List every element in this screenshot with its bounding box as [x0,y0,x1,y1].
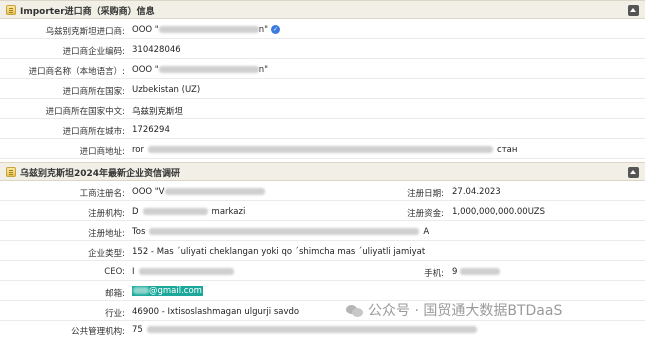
industry-value: 46900 - Ixtisoslashmagan ulgurji savdo [132,307,300,317]
redacted-text [158,66,259,73]
redacted-text [460,268,501,275]
redacted-text [133,287,149,294]
research-row: CEO: I 手机: 9 [0,261,645,281]
importer-row: 进口商所在国家中文: 乌兹别克斯坦 [0,99,645,119]
row-label: 企业类型: [88,249,125,259]
row-label: 进口商地址: [79,147,125,157]
research-row: 企业类型: 152 - Mas ´uliyati cheklangan yoki… [0,241,645,261]
row-label: 邮箱: [105,289,125,299]
row-label: 公共管理机构: [71,327,125,337]
importer-row: 进口商地址: ror стан [0,139,645,159]
redacted-text [158,26,259,33]
row-label: 注册资金: [407,209,444,219]
city-value: 1726294 [132,125,170,135]
research-row: 工商注册名: OOO "V 注册日期: 27.04.2023 [0,181,645,201]
row-label: 进口商所在国家中文: [45,107,125,117]
redacted-text [164,188,265,195]
registered-capital-value: 1,000,000,000.00UZS [452,207,545,217]
row-label: CEO: [104,267,125,277]
document-icon [6,167,16,177]
enterprise-type-value: 152 - Mas ´uliyati cheklangan yoki qo ´s… [132,247,426,257]
redacted-text [148,146,494,153]
redacted-text [149,228,420,235]
registered-name-value: OOO "V [132,187,265,197]
research-section-title: 乌兹别克斯坦2024年最新企业资信调研 [20,169,181,179]
row-label: 注册地址: [88,229,125,239]
email-value[interactable]: @gmail.com [132,286,203,296]
registration-date-value: 27.04.2023 [452,187,501,197]
wechat-icon [346,304,364,318]
importer-section-header[interactable]: Importer进口商（采购商）信息 [0,0,645,19]
registered-address-value: Tos A [132,227,430,237]
research-section-header[interactable]: 乌兹别克斯坦2024年最新企业资信调研 [0,162,645,181]
row-label: 进口商所在城市: [62,127,125,137]
research-row: 注册地址: Tos A [0,221,645,241]
importer-row: 进口商企业编码: 310428046 [0,39,645,59]
row-label: 注册机构: [88,209,125,219]
research-row: 邮箱: @gmail.com [0,281,645,301]
row-label: 进口商名称（本地语言）: [28,67,125,77]
redacted-text [138,268,234,275]
row-label: 注册日期: [407,189,444,199]
row-label: 进口商所在国家: [62,87,125,97]
email-link[interactable]: @gmail.com [132,286,203,296]
research-row: 公共管理机构: 75 [0,321,645,338]
country-value: Uzbekistan (UZ) [132,85,201,95]
enterprise-code-value: 310428046 [132,45,181,55]
row-label: 手机: [424,269,444,279]
importer-row: 乌兹别克斯坦进口商: OOO " n" ✓ [0,19,645,39]
importer-name-value: OOO " n" ✓ [132,25,280,35]
importer-section-title: Importer进口商（采购商）信息 [20,7,155,17]
verified-icon: ✓ [270,25,280,34]
watermark: 公众号 · 国贸通大数据BTDaaS [346,300,562,320]
row-label: 乌兹别克斯坦进口商: [45,27,125,37]
collapse-icon[interactable] [628,167,639,178]
country-cn-value: 乌兹别克斯坦 [132,107,184,117]
collapse-icon[interactable] [628,5,639,16]
phone-value: 9 [452,267,501,277]
ceo-value: I [132,267,234,277]
importer-row: 进口商名称（本地语言）: OOO " n" [0,59,645,79]
document-icon [6,5,16,15]
row-label: 行业: [105,309,125,319]
research-row: 注册机构: Dmarkazi 注册资金: 1,000,000,000.00UZS [0,201,645,221]
redacted-text [146,326,477,333]
importer-row: 进口商所在城市: 1726294 [0,119,645,139]
registration-authority-value: Dmarkazi [132,207,246,217]
row-label: 进口商企业编码: [62,47,125,57]
address-value: ror стан [132,145,518,155]
redacted-text [142,208,208,215]
row-label: 工商注册名: [79,189,125,199]
public-authority-value: 75 [132,325,477,335]
importer-row: 进口商所在国家: Uzbekistan (UZ) [0,79,645,99]
local-name-value: OOO " n" [132,65,268,75]
